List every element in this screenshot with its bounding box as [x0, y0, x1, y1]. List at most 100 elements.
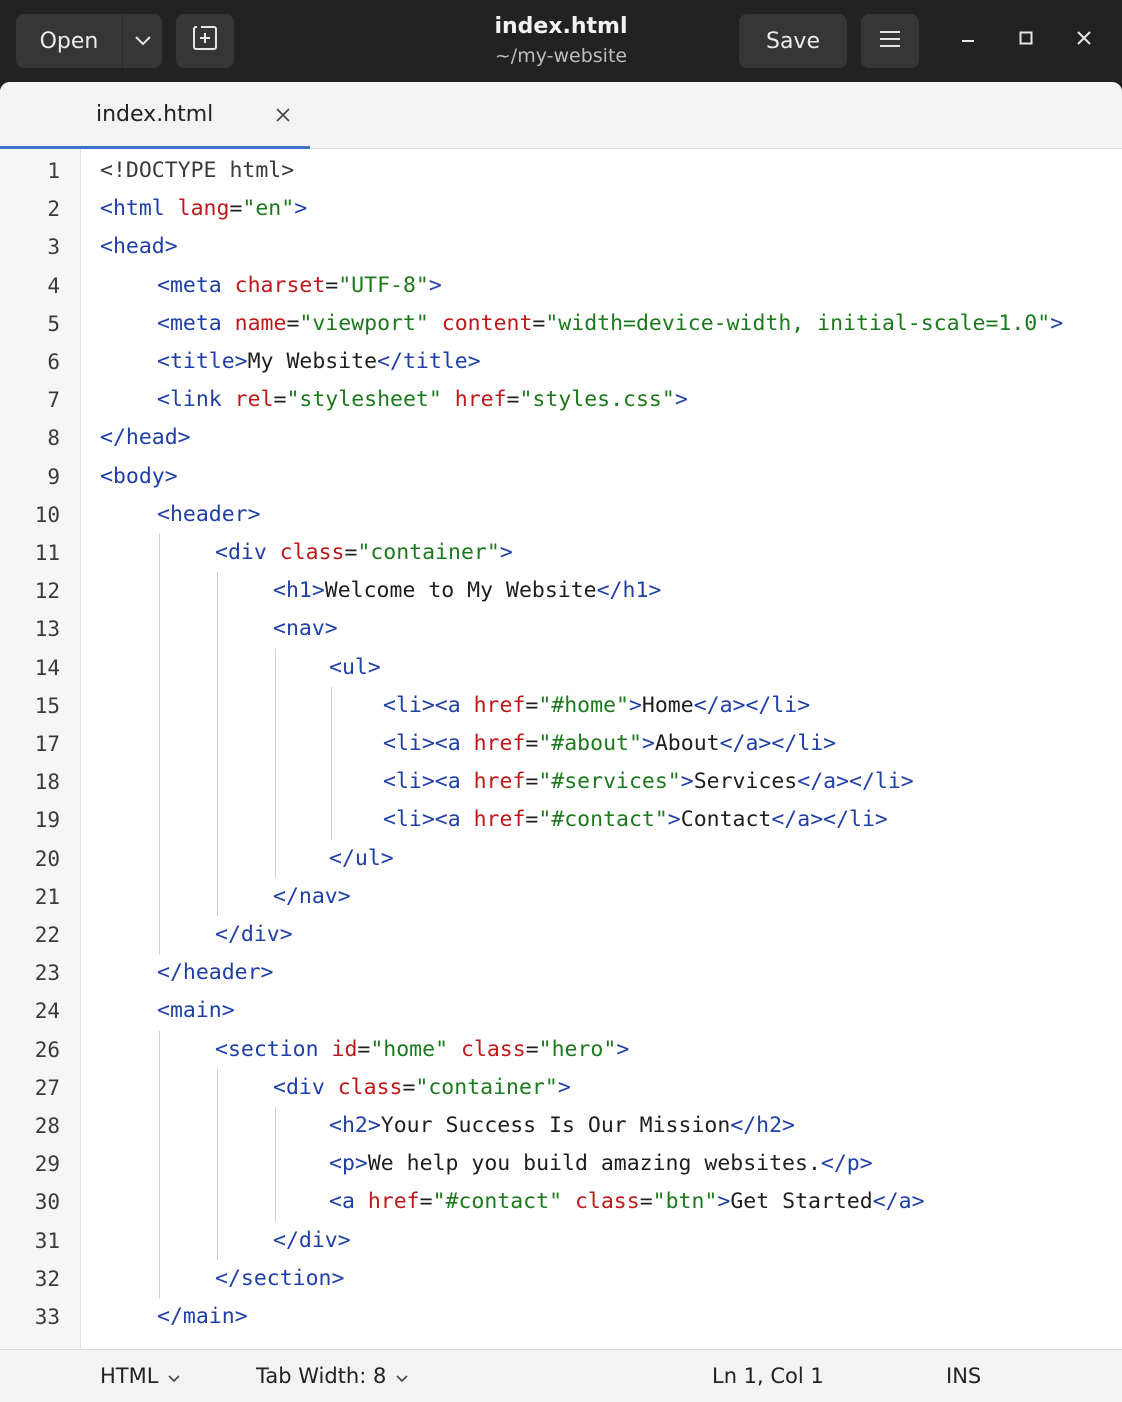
indent-guide: [159, 1030, 160, 1298]
code-line: <meta name="viewport" content="width=dev…: [157, 305, 1063, 343]
line-number: 31: [34, 1228, 60, 1253]
code-line: <main>: [157, 992, 235, 1030]
chevron-down-icon[interactable]: [123, 14, 162, 68]
code-editor[interactable]: 1 2 3 4 5 6 7 8 9 10 11 12 13 14 15 17 18 19 20 21 22 23 24 26 2…: [0, 149, 1122, 1349]
tab-width-label: Tab Width: 8: [256, 1364, 387, 1388]
code-token: >: [499, 540, 513, 565]
code-token: >: [1050, 310, 1064, 336]
code-token: "container": [357, 540, 500, 565]
maximize-button[interactable]: [1004, 18, 1048, 62]
code-token: <meta: [157, 310, 235, 336]
tab-bar: index.html: [0, 82, 1122, 149]
close-window-button[interactable]: [1062, 18, 1106, 62]
code-line: <body>: [100, 458, 178, 496]
code-line: </ul>: [329, 840, 394, 878]
code-token: We help you build amazing websites.: [367, 1151, 821, 1177]
line-number: 17: [34, 732, 60, 756]
save-button[interactable]: Save: [739, 14, 847, 68]
hamburger-icon: [879, 29, 901, 54]
code-line: <ul>: [329, 649, 381, 687]
code-token: "#contact": [432, 1189, 575, 1215]
code-token: >: [717, 1189, 731, 1215]
line-number: 21: [34, 884, 60, 909]
code-token: </main>: [157, 1304, 248, 1329]
code-token: <a: [329, 1189, 368, 1215]
tab-index-html[interactable]: index.html: [0, 82, 310, 149]
code-token: =: [525, 769, 539, 795]
new-tab-button[interactable]: [176, 14, 234, 68]
close-tab-icon[interactable]: [270, 102, 296, 128]
code-token: <p>: [329, 1151, 368, 1177]
line-number: 23: [34, 961, 60, 986]
code-token: Your Success Is Our Mission: [380, 1113, 731, 1138]
insert-mode[interactable]: INS: [946, 1350, 981, 1402]
code-token: "stylesheet": [286, 387, 455, 413]
line-number: 11: [34, 541, 60, 565]
new-tab-icon: [192, 25, 218, 57]
code-token: "btn": [652, 1189, 718, 1215]
code-line: <li><a href="#contact">Contact</a></li>: [383, 801, 888, 839]
code-token: <nav>: [273, 616, 338, 642]
code-line: <!DOCTYPE html>: [100, 152, 294, 190]
line-number: 5: [47, 311, 60, 336]
status-bar: HTML Tab Width: 8 Ln 1, Col 1 INS: [0, 1349, 1122, 1402]
line-number: 6: [47, 350, 60, 374]
code-token: About: [654, 731, 720, 756]
code-token: =: [402, 1074, 416, 1100]
code-token: </a></li>: [693, 692, 811, 718]
code-token: "home": [370, 1036, 461, 1062]
line-number: 24: [34, 999, 60, 1024]
line-number: 22: [34, 923, 60, 947]
language-selector[interactable]: HTML: [100, 1350, 181, 1402]
code-token: "container": [415, 1074, 558, 1100]
line-number: 20: [34, 846, 60, 871]
line-number: 4: [47, 273, 60, 298]
window-title: index.html ~/my-website: [380, 12, 742, 70]
code-token: =: [286, 310, 300, 336]
line-number: 13: [34, 617, 60, 642]
main-menu-button[interactable]: [861, 14, 919, 68]
code-token: >: [294, 196, 308, 222]
chevron-down-icon: [396, 1350, 408, 1402]
line-number: 33: [34, 1305, 60, 1329]
code-token: </title>: [377, 349, 481, 374]
line-number: 32: [34, 1266, 60, 1291]
code-token: Home: [641, 692, 694, 718]
code-token: >: [616, 1036, 630, 1062]
open-button[interactable]: Open: [16, 14, 122, 68]
code-token: <li><a: [383, 807, 474, 833]
indent-guide: [275, 1107, 276, 1222]
code-token: <link: [157, 387, 235, 413]
line-number: 15: [34, 693, 60, 718]
code-token: "hero": [538, 1036, 617, 1062]
language-label: HTML: [100, 1364, 159, 1388]
code-line: <header>: [157, 496, 261, 534]
cursor-position[interactable]: Ln 1, Col 1: [712, 1350, 824, 1402]
code-token: class: [279, 540, 345, 565]
line-number: 18: [34, 770, 60, 795]
code-token: <li><a: [383, 769, 474, 795]
tab-width-selector[interactable]: Tab Width: 8: [256, 1350, 408, 1402]
code-token: href: [473, 692, 526, 718]
editor-window: index.html 1 2 3 4 5 6 7 8 9 10 11 12 13 14 15 17 18 19 20…: [0, 82, 1122, 1402]
code-token: =: [419, 1189, 433, 1215]
minimize-button[interactable]: [946, 18, 990, 62]
code-line: <li><a href="#home">Home</a></li>: [383, 687, 810, 725]
code-token: Contact: [680, 807, 772, 833]
code-token: content: [441, 310, 533, 336]
code-token: <html: [100, 196, 178, 222]
code-token: href: [473, 769, 526, 795]
code-token: >: [428, 272, 442, 298]
line-number: 1: [47, 159, 60, 183]
code-token: >: [628, 692, 642, 718]
document-title: index.html: [494, 14, 628, 39]
code-token: </a>: [872, 1189, 925, 1215]
code-line: <head>: [100, 228, 178, 266]
code-token: <li><a: [383, 731, 474, 756]
code-token: =: [229, 196, 243, 222]
code-token: =: [532, 310, 546, 336]
open-button-group[interactable]: Open: [16, 14, 162, 68]
code-token: </h1>: [596, 578, 662, 604]
code-token: <!DOCTYPE html>: [100, 158, 295, 183]
code-token: </h2>: [730, 1113, 796, 1138]
